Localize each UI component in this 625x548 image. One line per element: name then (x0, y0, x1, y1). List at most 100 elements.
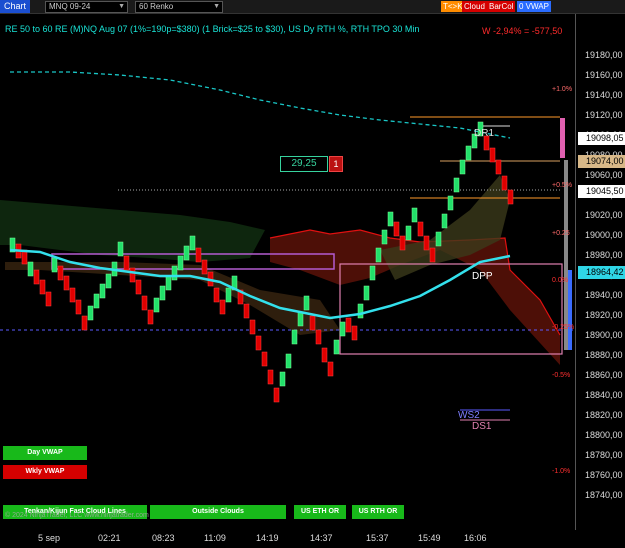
x-tick: 08:23 (152, 533, 175, 543)
up-brick (333, 339, 340, 355)
up-brick (27, 261, 34, 277)
x-tick: 11:09 (204, 533, 226, 543)
y-tick: 19180,00 (585, 50, 623, 60)
down-brick (39, 279, 46, 295)
y-tick: 18980,00 (585, 250, 623, 260)
up-brick (453, 177, 460, 193)
x-tick: 14:19 (256, 533, 279, 543)
x-tick: 5 sep (38, 533, 61, 543)
y-tick: 18940,00 (585, 290, 623, 300)
up-brick (369, 265, 376, 281)
up-brick (171, 265, 178, 281)
down-brick (81, 315, 88, 331)
down-brick (417, 221, 424, 237)
down-brick (75, 299, 82, 315)
price-tag: 19045,50 (578, 185, 625, 198)
day-vwap-button[interactable]: Day VWAP (3, 446, 87, 460)
up-brick (441, 213, 448, 229)
cloud-toggle[interactable]: Cloud (462, 1, 487, 12)
y-tick: 18920,00 (585, 310, 623, 320)
down-brick (57, 265, 64, 281)
down-brick (255, 335, 262, 351)
up-brick (285, 353, 292, 369)
down-brick (213, 287, 220, 303)
pct-label: +1.0% (552, 86, 573, 93)
up-brick (465, 145, 472, 161)
down-brick (33, 269, 40, 285)
down-brick (141, 295, 148, 311)
down-brick (261, 351, 268, 367)
instrument-label: MNQ 09-24 (49, 2, 91, 11)
instrument-selector[interactable]: MNQ 09-24 ▼ (45, 1, 128, 13)
up-brick (297, 311, 304, 327)
down-brick (327, 361, 334, 377)
y-tick: 18800,00 (585, 430, 623, 440)
up-brick (279, 371, 286, 387)
down-brick (495, 159, 502, 175)
range-value-box: 29,25 (280, 156, 328, 172)
down-brick (399, 235, 406, 251)
pink-range-bar (560, 118, 565, 158)
down-brick (315, 329, 322, 345)
y-tick: 19020,00 (585, 210, 623, 220)
y-tick: 19160,00 (585, 70, 623, 80)
us-eth-or-button[interactable]: US ETH OR (294, 505, 346, 519)
y-tick: 18860,00 (585, 370, 623, 380)
down-brick (321, 347, 328, 363)
down-brick (243, 303, 250, 319)
weekly-change-label: W -2,94% = -577,50 (482, 26, 563, 36)
y-tick: 18820,00 (585, 410, 623, 420)
up-brick (99, 283, 106, 299)
up-brick (93, 293, 100, 309)
down-brick (501, 175, 508, 191)
bar-type-selector[interactable]: 60 Renko ▼ (135, 1, 223, 13)
x-tick: 02:21 (98, 533, 121, 543)
pct-label: +0.25 (552, 230, 570, 237)
down-brick (393, 221, 400, 237)
down-brick (273, 387, 280, 403)
up-brick (189, 235, 196, 251)
y-tick: 18840,00 (585, 390, 623, 400)
down-brick (147, 309, 154, 325)
down-brick (135, 279, 142, 295)
up-brick (405, 225, 412, 241)
weekly-vwap-button[interactable]: Wkly VWAP (3, 465, 87, 479)
x-tick: 14:37 (310, 533, 333, 543)
up-brick (339, 321, 346, 337)
upper-cyan-band (10, 71, 511, 139)
down-brick (345, 317, 352, 333)
down-brick (123, 255, 130, 271)
ws2-label: WS2 (458, 410, 480, 421)
y-tick: 18740,00 (585, 490, 623, 500)
ds1-label: DS1 (472, 421, 492, 432)
x-tick: 16:06 (464, 533, 487, 543)
up-brick (303, 295, 310, 311)
y-tick: 18900,00 (585, 330, 623, 340)
chart-title: RE 50 to 60 RE (M)NQ Aug 07 (1%=190p=$38… (5, 24, 420, 34)
down-brick (309, 315, 316, 331)
down-brick (489, 147, 496, 163)
barcol-toggle[interactable]: BarCol (487, 1, 516, 12)
chevron-down-icon: ▼ (118, 3, 125, 10)
y-tick: 19140,00 (585, 90, 623, 100)
down-brick (267, 369, 274, 385)
vwap-toggle[interactable]: 0 VWAP (517, 1, 551, 12)
y-tick: 19120,00 (585, 110, 623, 120)
chevron-down-icon: ▼ (213, 3, 220, 10)
pct-label: -1.0% (552, 468, 571, 475)
y-tick: 18880,00 (585, 350, 623, 360)
range-count-box: 1 (329, 156, 343, 172)
watermark: © 2024 NinjaTrader, LLC www.ninjatrader.… (5, 512, 149, 519)
price-tag: 18964,42 (578, 266, 625, 279)
y-tick: 18780,00 (585, 450, 623, 460)
dpp-label: DPP (472, 271, 493, 282)
bar-type-label: 60 Renko (139, 2, 174, 11)
x-tick: 15:49 (418, 533, 441, 543)
up-brick (225, 287, 232, 303)
chart-tab[interactable]: Chart (0, 0, 31, 13)
down-brick (129, 267, 136, 283)
outside-clouds-button[interactable]: Outside Clouds (150, 505, 286, 519)
us-rth-or-button[interactable]: US RTH OR (352, 505, 404, 519)
up-brick (117, 241, 124, 257)
up-brick (375, 247, 382, 263)
